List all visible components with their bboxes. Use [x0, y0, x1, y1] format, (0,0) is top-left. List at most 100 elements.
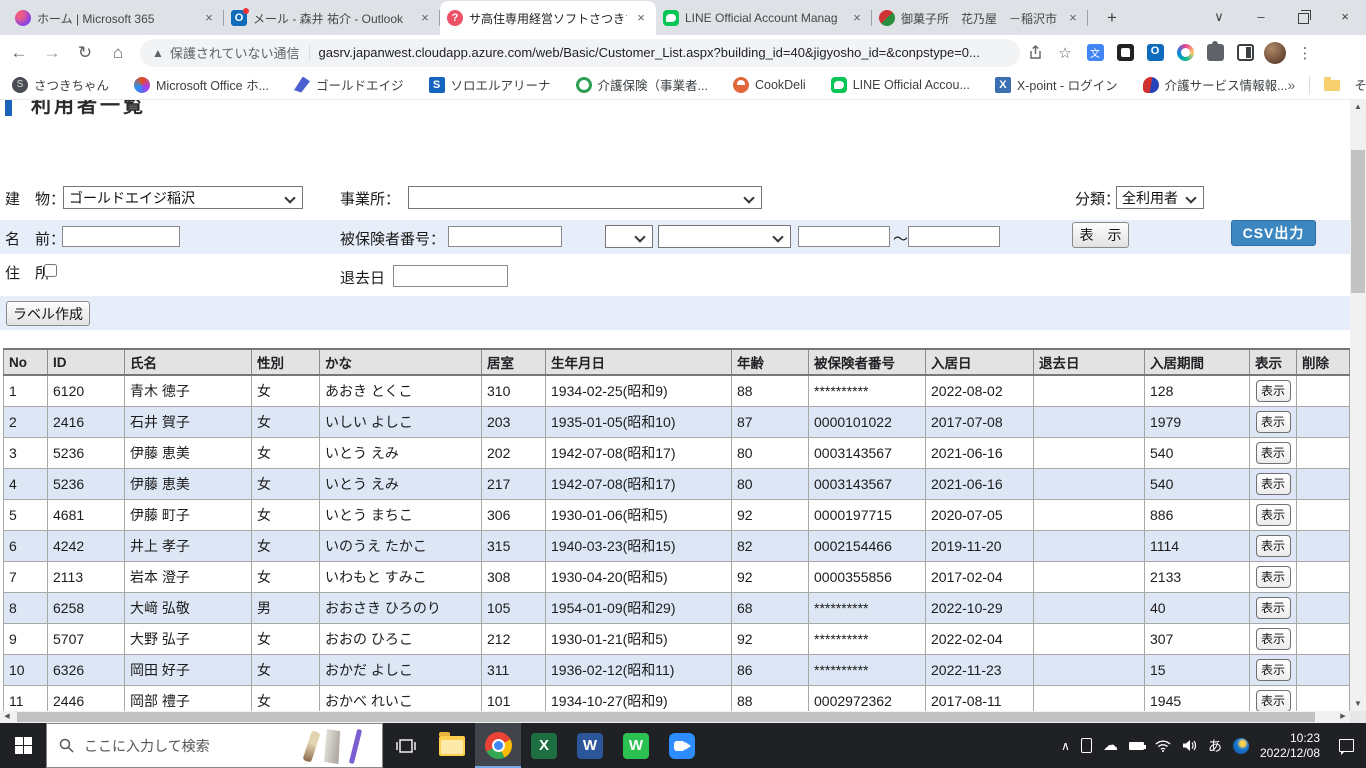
taskbar-app-excel[interactable]: X	[521, 723, 567, 768]
forward-button[interactable]: →	[38, 39, 66, 67]
address-bar[interactable]: ▲ 保護されていない通信 gasrv.japanwest.cloudapp.az…	[140, 38, 1020, 67]
building-select[interactable]: ゴールドエイジ稲沢	[63, 186, 303, 209]
browser-tab[interactable]: ホーム | Microsoft 365 ×	[8, 1, 224, 35]
camera-extension-icon[interactable]	[1170, 39, 1200, 67]
vertical-scrollbar[interactable]: ▲ ▼	[1350, 100, 1366, 711]
row-show-button[interactable]: 表示	[1255, 689, 1291, 711]
ime-indicator[interactable]: あ	[1208, 739, 1222, 753]
browser-tab[interactable]: サ高住専用経営ソフトさつきちゃ ×	[440, 1, 656, 35]
address-checkbox[interactable]	[44, 264, 57, 277]
label-create-button[interactable]: ラベル作成	[6, 301, 90, 326]
qr-extension-icon[interactable]	[1110, 39, 1140, 67]
bookmark-item[interactable]: ソロエルアリーナ	[428, 75, 551, 94]
taskbar-app-word[interactable]: W	[567, 723, 613, 768]
date-type-select[interactable]	[605, 225, 653, 248]
tab-close-icon[interactable]: ×	[201, 10, 217, 26]
outlook-extension-icon[interactable]	[1140, 39, 1170, 67]
row-show-button[interactable]: 表示	[1255, 410, 1291, 433]
date-from-input[interactable]	[798, 226, 890, 247]
horizontal-scrollbar-thumb[interactable]	[17, 712, 1315, 722]
share-icon[interactable]	[1020, 39, 1050, 67]
vertical-scrollbar-thumb[interactable]	[1351, 150, 1365, 293]
bookmarks-overflow-icon[interactable]: »	[1288, 77, 1296, 93]
horizontal-scrollbar[interactable]: ◀ ▶	[0, 711, 1350, 723]
tab-search-icon[interactable]: ∨	[1198, 0, 1240, 35]
row-show-button[interactable]: 表示	[1255, 441, 1291, 464]
bookmark-item[interactable]: 介護保険（事業者...	[575, 75, 708, 94]
row-show-button[interactable]: 表示	[1255, 596, 1291, 619]
tab-close-icon[interactable]: ×	[849, 10, 865, 26]
your-phone-icon[interactable]	[1080, 738, 1092, 753]
minimize-button[interactable]: –	[1240, 0, 1282, 35]
weather-news-icon[interactable]	[1232, 737, 1249, 754]
other-bookmarks[interactable]: その他のブックマーク	[1354, 75, 1366, 94]
close-window-button[interactable]: ×	[1324, 0, 1366, 35]
office-bookmark-icon	[134, 76, 151, 93]
scroll-up-icon[interactable]: ▲	[1350, 100, 1366, 114]
customer-table-wrap: No ID 氏名 性別 かな 居室 生年月日 年齢 被保険者番号 入居日 退去日 入居期間 表示 削除 1…	[3, 348, 1350, 711]
side-panel-icon[interactable]	[1230, 39, 1260, 67]
tray-expand-icon[interactable]: ∧	[1061, 740, 1070, 752]
start-button[interactable]	[0, 723, 46, 768]
row-show-button[interactable]: 表示	[1255, 503, 1291, 526]
tab-close-icon[interactable]: ×	[1065, 10, 1081, 26]
taskbar-app-chrome[interactable]	[475, 723, 521, 768]
row-show-button[interactable]: 表示	[1255, 472, 1291, 495]
cell-room: 105	[481, 591, 546, 624]
battery-icon[interactable]	[1128, 741, 1146, 750]
bookmark-item[interactable]: Microsoft Office ホ...	[134, 75, 269, 94]
category-select[interactable]: 全利用者	[1116, 186, 1204, 209]
browser-tab[interactable]: LINE Official Account Manag ×	[656, 1, 872, 35]
tab-close-icon[interactable]: ×	[417, 10, 433, 26]
home-button[interactable]: ⌂	[104, 39, 132, 67]
bookmark-item[interactable]: ゴールドエイジ	[294, 75, 404, 94]
bookmark-item[interactable]: 介護サービス情報報...	[1142, 75, 1288, 94]
translate-extension-icon[interactable]	[1080, 39, 1110, 67]
back-button[interactable]: ←	[5, 39, 33, 67]
csv-export-button[interactable]: CSV出力	[1231, 220, 1316, 246]
cell-name: 井上 孝子	[124, 529, 252, 562]
taskbar-app-file-explorer[interactable]	[429, 723, 475, 768]
row-show-button[interactable]: 表示	[1255, 565, 1291, 588]
volume-icon[interactable]	[1182, 739, 1197, 752]
row-show-button[interactable]: 表示	[1255, 627, 1291, 650]
scroll-right-icon[interactable]: ▶	[1336, 711, 1350, 723]
scroll-down-icon[interactable]: ▼	[1350, 697, 1366, 711]
insured-number-input[interactable]	[448, 226, 562, 247]
bookmark-item[interactable]: さつきちゃん	[12, 75, 109, 94]
taskbar-search-box[interactable]: ここに入力して検索	[46, 723, 383, 768]
restore-button[interactable]	[1282, 0, 1324, 35]
row-show-button[interactable]: 表示	[1255, 379, 1291, 402]
extensions-puzzle-icon[interactable]	[1200, 39, 1230, 67]
browser-tab[interactable]: 御菓子所 花乃屋 －稲沢市 ×	[872, 1, 1088, 35]
row-show-button[interactable]: 表示	[1255, 534, 1291, 557]
cell-moveout	[1033, 591, 1145, 624]
onedrive-icon[interactable]: ☁	[1103, 738, 1118, 753]
task-view-button[interactable]	[383, 723, 429, 768]
bookmark-star-icon[interactable]: ☆	[1050, 39, 1080, 67]
date-to-input[interactable]	[908, 226, 1000, 247]
row-show-button[interactable]: 表示	[1255, 658, 1291, 681]
wifi-icon[interactable]	[1155, 739, 1171, 752]
cell-name: 青木 徳子	[124, 374, 252, 407]
reload-button[interactable]: ↻	[71, 39, 99, 67]
profile-avatar[interactable]	[1260, 39, 1290, 67]
browser-tab[interactable]: メール - 森井 祐介 - Outlook ×	[224, 1, 440, 35]
bookmark-item[interactable]: X-point - ログイン	[994, 75, 1118, 94]
taskbar-clock[interactable]: 10:23 2022/12/08	[1260, 731, 1320, 761]
show-button[interactable]: 表 示	[1072, 222, 1129, 248]
bookmark-item[interactable]: CookDeli	[732, 76, 806, 93]
name-input[interactable]	[62, 226, 180, 247]
soloel-bookmark-icon	[428, 76, 445, 93]
taskbar-app-line-works[interactable]: W	[613, 723, 659, 768]
scroll-left-icon[interactable]: ◀	[0, 711, 14, 723]
browser-menu-icon[interactable]: ⋮	[1290, 39, 1320, 67]
office-select[interactable]	[408, 186, 762, 209]
date-field-select[interactable]	[658, 225, 791, 248]
tab-close-icon[interactable]: ×	[633, 10, 649, 26]
action-center-icon[interactable]	[1339, 739, 1354, 755]
taskbar-app-zoom[interactable]	[659, 723, 705, 768]
moveout-date-input[interactable]	[393, 265, 508, 287]
new-tab-button[interactable]: +	[1098, 5, 1126, 33]
bookmark-item[interactable]: LINE Official Accou...	[830, 76, 970, 93]
